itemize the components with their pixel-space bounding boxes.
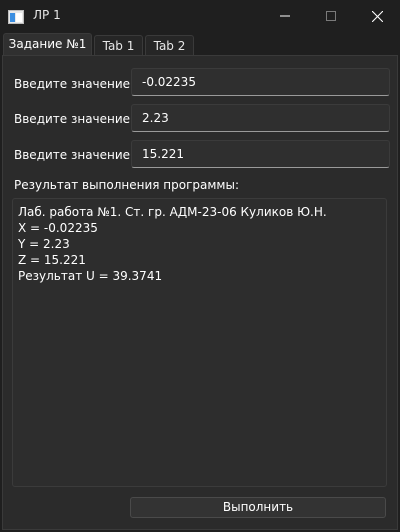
- title-bar[interactable]: ЛР 1: [0, 0, 400, 32]
- maximize-button[interactable]: [308, 0, 354, 32]
- close-icon: [372, 11, 383, 22]
- maximize-icon: [326, 11, 336, 21]
- tab-task-1[interactable]: Задание №1: [3, 33, 92, 57]
- output-line: Лаб. работа №1. Ст. гр. АДМ-23-06 Кулико…: [18, 205, 327, 219]
- y-input[interactable]: 2.23: [131, 104, 390, 132]
- output-line: Y = 2.23: [18, 237, 70, 251]
- result-label: Результат выполнения программы:: [14, 178, 240, 192]
- minimize-button[interactable]: [262, 0, 308, 32]
- tab-1[interactable]: Tab 1: [94, 35, 143, 56]
- z-input[interactable]: 15.221: [131, 140, 390, 168]
- y-label: Введите значение Y:: [14, 112, 144, 126]
- x-label: Введите значение X:: [14, 77, 147, 91]
- tab-2[interactable]: Tab 2: [145, 35, 194, 56]
- output-line: Z = 15.221: [18, 253, 86, 267]
- tab-bar: Задание №1 Tab 1 Tab 2: [0, 32, 400, 57]
- app-window-icon: [8, 9, 24, 24]
- z-label: Введите значение Z:: [14, 148, 147, 162]
- output-line: X = -0.02235: [18, 221, 98, 235]
- minimize-icon: [280, 15, 290, 17]
- run-button[interactable]: Выполнить: [130, 497, 386, 518]
- window-title: ЛР 1: [33, 8, 61, 22]
- close-button[interactable]: [354, 0, 400, 32]
- main-window: ЛР 1 Задание №1 Tab 1 Tab 2 Введите знач…: [0, 0, 400, 532]
- result-output[interactable]: Лаб. работа №1. Ст. гр. АДМ-23-06 Кулико…: [12, 198, 387, 487]
- output-line: Результат U = 39.3741: [18, 269, 163, 283]
- x-input[interactable]: -0.02235: [131, 68, 390, 96]
